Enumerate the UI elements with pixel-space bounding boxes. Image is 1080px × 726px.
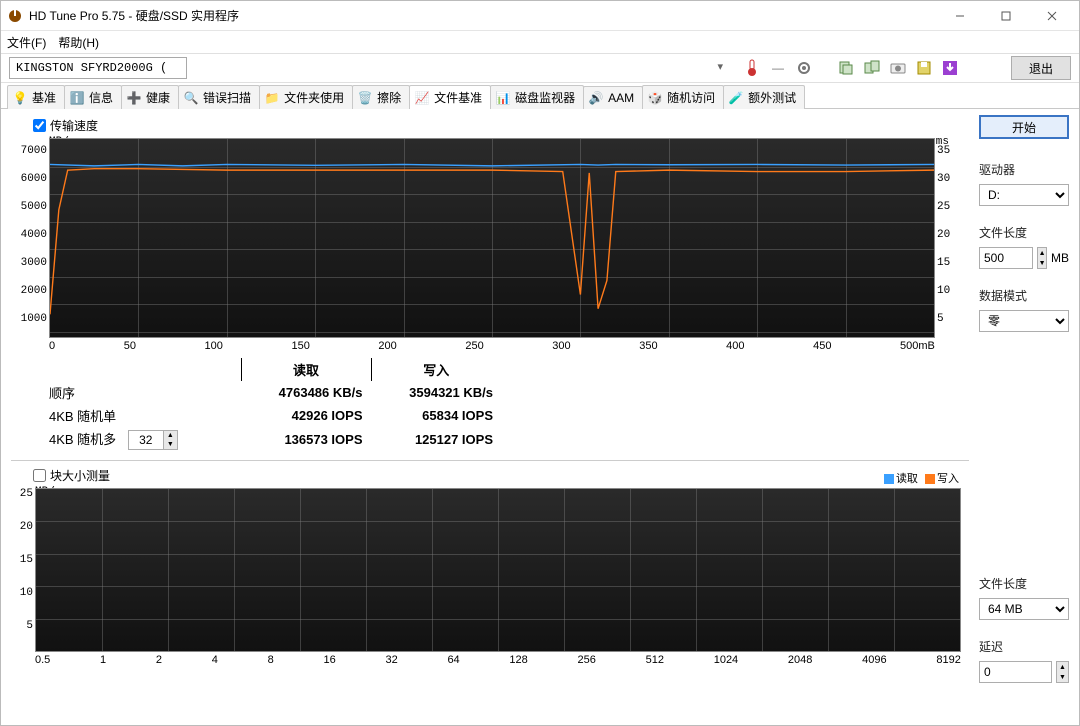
toolbar: — 退出 (1, 53, 1079, 83)
extra-icon: 🧪 (728, 90, 744, 106)
tab-filebench[interactable]: 📈文件基准 (409, 85, 491, 109)
filelen2-select[interactable]: 64 MB (979, 598, 1069, 620)
start-button[interactable]: 开始 (979, 115, 1069, 139)
datamode-select[interactable]: 零 (979, 310, 1069, 332)
drive-letter-select[interactable]: D: (979, 184, 1069, 206)
folder-icon: 📁 (264, 90, 280, 106)
chart1-xaxis: 050100 150200250 300350400 450500mB (49, 340, 935, 352)
settings-icon[interactable] (793, 57, 815, 79)
results-table: 读取 写入 顺序4763486 KB/s3594321 KB/s 4KB 随机单… (41, 358, 969, 452)
temp-value: — (767, 57, 789, 79)
menubar: 文件(F) 帮助(H) (1, 31, 1079, 53)
drive-label: 驱动器 (979, 161, 1069, 178)
info-icon: ℹ️ (69, 90, 85, 106)
temperature-icon[interactable] (741, 57, 763, 79)
queue-depth-spinner[interactable]: ▲▼ (128, 430, 178, 450)
copy-all-icon[interactable] (861, 57, 883, 79)
drive-select[interactable] (9, 57, 187, 79)
chart2-canvas (35, 488, 961, 652)
chart-blocksize: MB/s 读取 写入 25 20 15 10 5 0.512 4816 3264… (11, 488, 969, 666)
delay-input[interactable] (979, 661, 1052, 683)
content: 传输速度 MB/s ms 7000 6000 5000 4000 3000 20… (1, 109, 1079, 725)
filebench-icon: 📈 (414, 90, 430, 106)
menu-help[interactable]: 帮助(H) (58, 34, 99, 51)
transfer-rate-checkbox[interactable] (33, 119, 46, 132)
bulb-icon: 💡 (12, 90, 28, 106)
random-icon: 🎲 (647, 90, 663, 106)
tab-erase[interactable]: 🗑️擦除 (352, 85, 410, 109)
chart2-legend: 读取 写入 (884, 470, 959, 486)
tab-health[interactable]: ➕健康 (121, 85, 179, 109)
screenshot-icon[interactable] (887, 57, 909, 79)
tab-extra[interactable]: 🧪额外测试 (723, 85, 805, 109)
datamode-label: 数据模式 (979, 287, 1069, 304)
window-title: HD Tune Pro 5.75 - 硬盘/SSD 实用程序 (29, 7, 937, 24)
minimize-button[interactable] (937, 2, 983, 30)
filelen-spinner[interactable]: ▲▼ (1037, 247, 1047, 269)
right-panel: 开始 驱动器 D: 文件长度 ▲▼ MB 数据模式 零 文件长度 64 MB 延… (979, 115, 1069, 719)
tab-info[interactable]: ℹ️信息 (64, 85, 122, 109)
spin-down-icon[interactable]: ▼ (163, 440, 177, 449)
filelen-input[interactable] (979, 247, 1033, 269)
filelen-label: 文件长度 (979, 224, 1069, 241)
save-icon[interactable] (913, 57, 935, 79)
erase-icon: 🗑️ (357, 90, 373, 106)
tab-errorscan[interactable]: 🔍错误扫描 (178, 85, 260, 109)
close-button[interactable] (1029, 2, 1075, 30)
tab-monitor[interactable]: 📊磁盘监视器 (490, 85, 584, 109)
left-pane: 传输速度 MB/s ms 7000 6000 5000 4000 3000 20… (11, 115, 969, 719)
copy-icon[interactable] (835, 57, 857, 79)
monitor-icon: 📊 (495, 90, 511, 106)
tab-random[interactable]: 🎲随机访问 (642, 85, 724, 109)
chart-transfer: MB/s ms 7000 6000 5000 4000 3000 2000 10… (11, 138, 969, 352)
delay-label: 延迟 (979, 638, 1069, 655)
filelen2-label: 文件长度 (979, 575, 1069, 592)
download-icon[interactable] (939, 57, 961, 79)
delay-spinner[interactable]: ▲▼ (1056, 661, 1069, 683)
spin-up-icon[interactable]: ▲ (163, 431, 177, 440)
tab-aam[interactable]: 🔊AAM (583, 86, 643, 109)
app-icon (7, 8, 23, 24)
maximize-button[interactable] (983, 2, 1029, 30)
table-row: 4KB 随机多 ▲▼ 136573 IOPS125127 IOPS (41, 427, 501, 452)
scan-icon: 🔍 (183, 90, 199, 106)
tab-benchmark[interactable]: 💡基准 (7, 85, 65, 109)
menu-file[interactable]: 文件(F) (7, 34, 46, 51)
tab-folderusage[interactable]: 📁文件夹使用 (259, 85, 353, 109)
chart1-canvas (49, 138, 935, 338)
chart2-xaxis: 0.512 4816 3264128 2565121024 2048409681… (35, 654, 961, 666)
transfer-rate-check[interactable]: 传输速度 (33, 117, 969, 134)
table-row: 顺序4763486 KB/s3594321 KB/s (41, 381, 501, 404)
titlebar: HD Tune Pro 5.75 - 硬盘/SSD 实用程序 (1, 1, 1079, 31)
aam-icon: 🔊 (588, 90, 604, 106)
table-row: 4KB 随机单42926 IOPS65834 IOPS (41, 404, 501, 427)
blocksize-checkbox[interactable] (33, 469, 46, 482)
blocksize-check[interactable]: 块大小测量 (33, 467, 969, 484)
health-icon: ➕ (126, 90, 142, 106)
exit-button[interactable]: 退出 (1011, 56, 1071, 80)
tab-strip: 💡基准 ℹ️信息 ➕健康 🔍错误扫描 📁文件夹使用 🗑️擦除 📈文件基准 📊磁盘… (1, 83, 1079, 109)
